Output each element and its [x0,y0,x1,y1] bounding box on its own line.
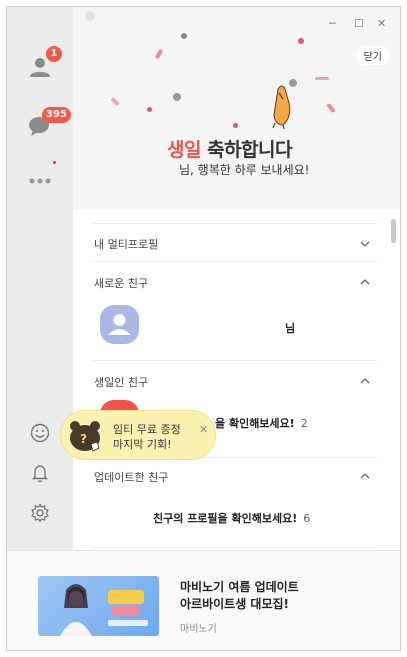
banner-close-button[interactable]: 닫기 [355,46,390,65]
ad-banner[interactable]: 마비노기 여름 업데이트 아르바이트생 대모집! 마비노기 [7,550,400,650]
section-birthday-friends[interactable]: 생일인 친구 [94,374,148,390]
confetti [298,38,304,44]
character-illustration [272,85,291,129]
divider [93,547,377,548]
tooltip-text: 임티 무료 증정 마지막 기회! [113,422,181,452]
section-updated-friends[interactable]: 업데이트한 친구 [94,469,168,485]
emoticon-promo-tooltip[interactable]: ? 임티 무료 증정 마지막 기회! ✕ [60,410,216,460]
confetti [326,102,336,114]
updated-row-count: 6 [303,512,311,525]
ad-title-line-1: 마비노기 여름 업데이트 [180,580,299,594]
birthday-row[interactable]: 을 확인해보세요! 2 [215,415,308,431]
default-avatar-icon [108,314,131,335]
maximize-button[interactable]: ☐ [354,17,364,30]
ad-title-line-2: 아르바이트생 대모집! [180,597,290,611]
sidebar: 1 395 [7,7,73,550]
ad-illustration [60,584,148,636]
emoticon-button[interactable] [26,419,54,447]
birthday-row-text: 을 확인해보세요! [215,417,295,430]
more-tab[interactable] [26,167,54,195]
tooltip-line-1: 임티 무료 증정 [113,423,181,436]
divider [93,261,377,262]
section-new-friends[interactable]: 새로운 친구 [94,275,148,291]
new-friend-name-suffix[interactable]: 님 [285,320,295,336]
updated-row[interactable]: 친구의 프로필을 확인해보세요! 6 [153,510,310,526]
scrollbar-thumb[interactable] [391,219,396,243]
settings-button[interactable] [26,499,54,527]
confetti [233,123,238,128]
ad-image[interactable] [38,576,159,636]
more-dots-icon [29,178,51,184]
confetti [181,33,187,39]
section-multi-profile[interactable]: 내 멀티프로필 [94,236,158,252]
tooltip-line-2: 마지막 기회! [113,438,172,451]
chevron-up-icon[interactable] [359,375,371,387]
chats-badge: 395 [42,107,71,123]
divider [93,223,377,224]
birthday-title-highlight: 생일 [167,139,201,161]
tooltip-close-button[interactable]: ✕ [199,423,208,436]
notifications-button[interactable] [26,459,54,487]
ad-source: 마비노기 [180,624,217,635]
updated-row-text: 친구의 프로필을 확인해보세요! [153,512,298,525]
app-window: 1 395 ─ ☐ ✕ 닫기 생일 축하합니다 님, 행복한 하루 보내세요! … [6,6,401,651]
friend-avatar[interactable] [100,305,139,344]
confetti [110,96,120,107]
birthday-title-rest: 축하합니다 [200,139,292,161]
friends-list[interactable]: 내 멀티프로필 새로운 친구 님 생일인 친구 을 확인해보세요! 2 업데이트한… [73,209,400,550]
chevron-down-icon[interactable] [359,238,371,250]
minimize-button[interactable]: ─ [329,17,336,30]
new-indicator-dot [53,161,56,164]
confetti [147,107,152,112]
smiley-icon [30,423,50,443]
friends-badge: 1 [46,46,62,62]
birthday-title: 생일 축하합니다 [167,135,292,162]
gear-icon [31,503,49,523]
svg-text:?: ? [80,432,87,446]
confetti [315,77,329,80]
confetti [85,11,95,21]
confetti [173,93,181,101]
chevron-up-icon[interactable] [359,276,371,288]
bear-character-icon: ? [70,421,100,452]
birthday-subtitle: 님, 행복한 하루 보내세요! [179,163,310,177]
confetti [154,48,164,60]
bell-icon [31,465,49,483]
birthday-banner: ─ ☐ ✕ 닫기 생일 축하합니다 님, 행복한 하루 보내세요! [73,7,400,209]
ad-title[interactable]: 마비노기 여름 업데이트 아르바이트생 대모집! [180,579,299,613]
birthday-row-count: 2 [300,417,308,430]
divider [93,360,377,361]
chevron-up-icon[interactable] [359,470,371,482]
close-window-button[interactable]: ✕ [377,17,386,30]
